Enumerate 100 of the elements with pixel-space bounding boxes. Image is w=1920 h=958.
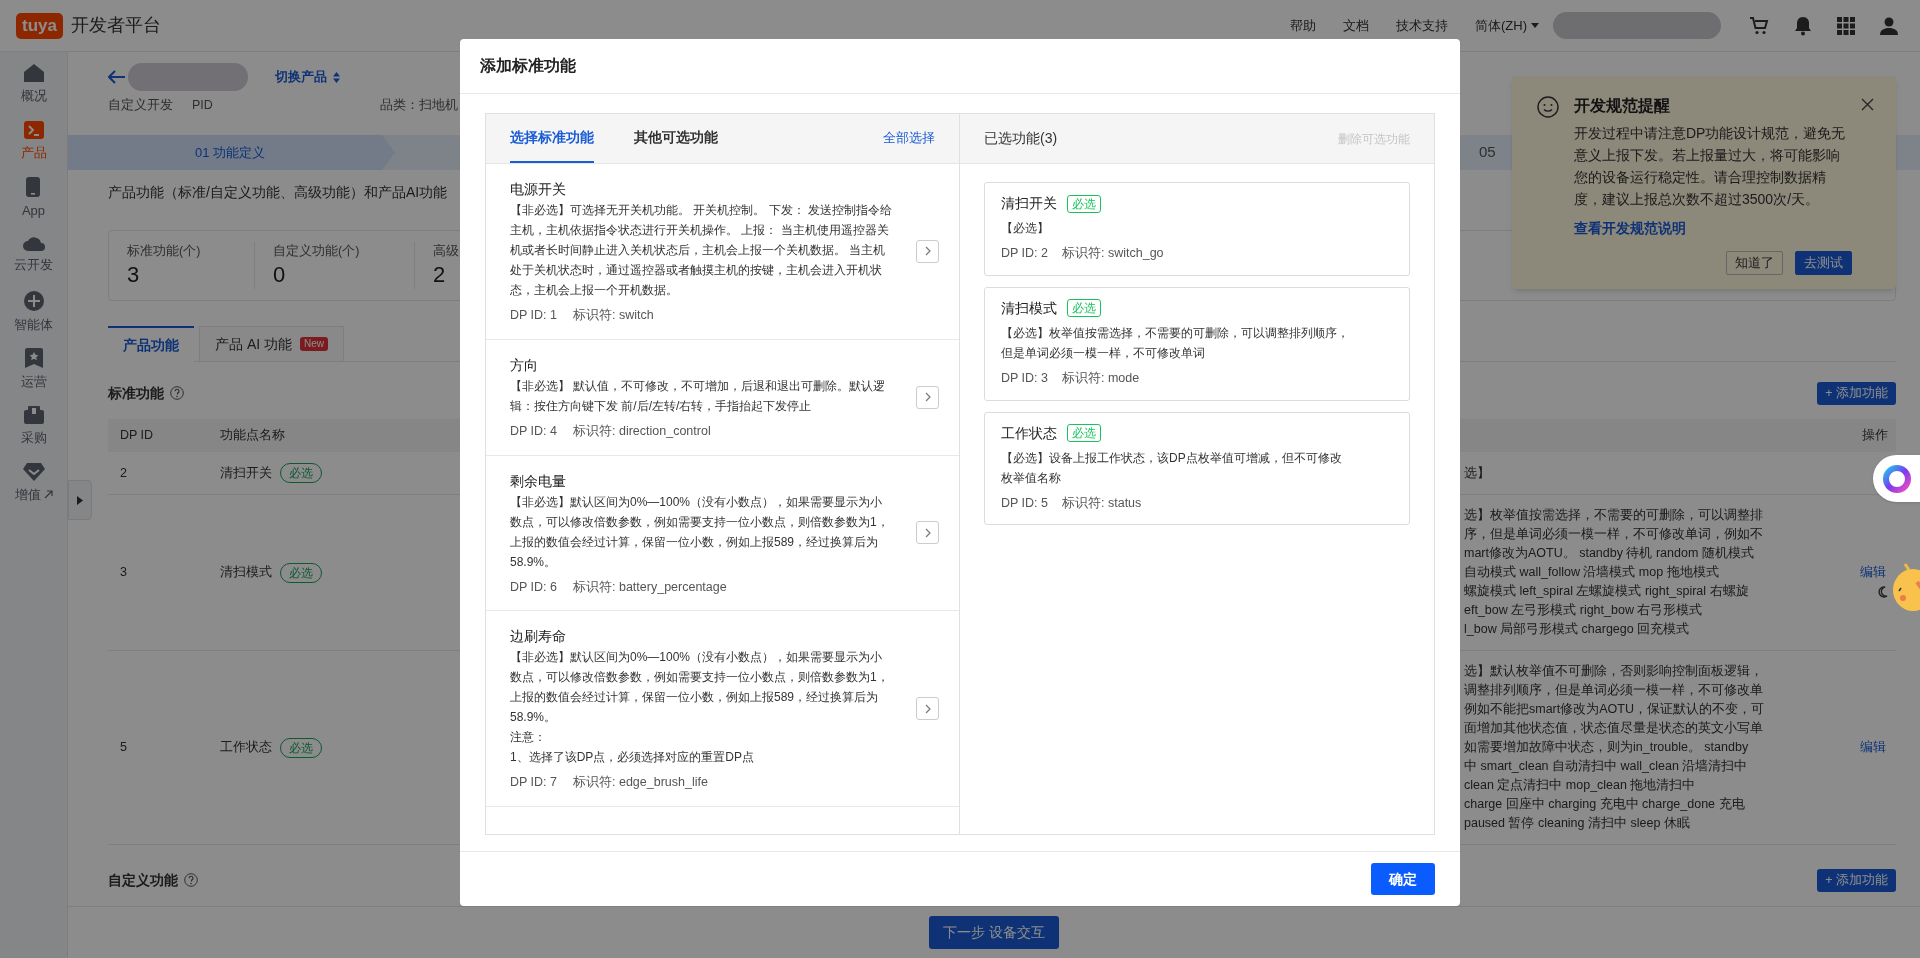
- identifier: 标识符: direction_control: [573, 422, 711, 440]
- description-line: 选】默认枚举值不可删除，否则影响控制面板逻辑，: [1464, 663, 1764, 680]
- function-description: 【必选】: [1001, 220, 1050, 237]
- function-description: 【非必选】 默认值，不可修改，不可增加，后退和退出可删除。默认逻辑：按住方向键下发 前/后/左转/右转，手指抬起下发停止: [510, 377, 887, 415]
- platform-title: 开发者平台: [70, 14, 161, 37]
- guideline-link[interactable]: 查看开发规范说明: [1574, 218, 1686, 239]
- function-name: 边刷寿命: [510, 627, 567, 647]
- home-icon: [23, 63, 44, 82]
- select-all-link[interactable]: 全部选择: [883, 129, 935, 148]
- sidebar-item[interactable]: 采购: [20, 398, 47, 455]
- function-item[interactable]: 边刷寿命 【非必选】默认区间为0%—100%（没有小数点），如果需要显示为小数点，可以修改倍数参数，例如需要支持一位小数点，则倍数参数为1，上报的数值会经过计算，保留一位小数，例如上报589，经过换算后为58.9%。 注意： 1、选择了该DP点，必须选择对应的重置DP点 DP ID: 7 标识符: edge_brush_life: [486, 611, 959, 807]
- ring-logo-icon: [1881, 463, 1912, 494]
- nav-link[interactable]: 技术支持: [1396, 15, 1448, 36]
- notice-button[interactable]: 知道了: [1726, 251, 1783, 275]
- description-line: 中 smart_clean 自动清扫中 wall_clean 沿墙清扫中: [1464, 758, 1749, 775]
- chevron-right-icon: [924, 703, 931, 714]
- function-description: 注意：: [510, 729, 547, 747]
- product-type: 自定义开发: [108, 97, 174, 114]
- confirm-button[interactable]: 确定: [1371, 863, 1435, 895]
- table-cell-text: 清扫开关: [220, 464, 272, 482]
- bookmark-icon: [24, 347, 43, 368]
- description-line: 螺旋模式 left_spiral 左螺旋模式 right_spiral 右螺旋: [1464, 583, 1750, 600]
- nav-link[interactable]: 帮助: [1290, 15, 1316, 36]
- function-item[interactable]: 剩余电量 【非必选】默认区间为0%—100%（没有小数点），如果需要显示为小数点，可以修改倍数参数，例如需要支持一位小数点，则倍数参数为1，上报的数值会经过计算，保留一位小数，例如上报589，经过换算后为58.9%。 DP ID: 6 标识符: battery_percentage: [486, 455, 959, 612]
- function-description: 【非必选】可选择无开关机功能。 开关机控制。 下发： 发送控制指令给主机，主机依据指令状态进行开关机操作。 上报： 当主机使用遥控器关机或者长时间静止进入关机状态后，主机会上报一个关机数据。 当主机处于关机状态时，通过遥控器或者触摸主机的按键，主机会进入开机状态，主机会上报一个开机数据。: [510, 202, 893, 299]
- nav-link[interactable]: 文档: [1343, 15, 1369, 36]
- sidebar-item[interactable]: App: [21, 170, 46, 227]
- function-name: 剩余电量: [510, 471, 567, 491]
- function-description: 【非必选】默认区间为0%—100%（没有小数点），如果需要显示为小数点，可以修改倍数参数，例如需要支持一位小数点，则倍数参数为1，上报的数值会经过计算，保留一位小数，例如上报589，经过换算后为58.9%。: [510, 649, 890, 727]
- back-arrow-icon[interactable]: [108, 70, 126, 84]
- table-cell-text: 5: [119, 739, 128, 757]
- edit-link[interactable]: 编辑: [1860, 563, 1886, 582]
- cloud-icon: [22, 236, 45, 252]
- chevron-right-icon: [924, 392, 931, 403]
- description-line: eft_bow 左弓形模式 right_bow 右弓形模式: [1464, 602, 1704, 619]
- description-line: 自动模式 wall_follow 沿墙模式 mop 拖地模式: [1464, 564, 1720, 581]
- notice-button[interactable]: 去测试: [1795, 251, 1852, 275]
- description-line: l_bow 局部弓形模式 chargego 回充模式: [1464, 621, 1691, 638]
- tab[interactable]: 其他可选功能: [634, 114, 718, 163]
- description-line: mart修改为AOTU。 standby 待机 random 随机模式: [1464, 545, 1755, 562]
- user-icon[interactable]: [1880, 16, 1898, 35]
- help-icon[interactable]: [170, 386, 184, 400]
- dp-id: DP ID: 3: [1001, 369, 1048, 387]
- phone-icon: [26, 176, 41, 197]
- tab[interactable]: 产品 AI 功能 New: [199, 326, 345, 362]
- language-selector[interactable]: 简体(ZH): [1475, 15, 1539, 36]
- bell-icon[interactable]: [1794, 15, 1812, 36]
- function-name: 清扫模式: [1001, 298, 1057, 318]
- cart-icon[interactable]: [1749, 15, 1769, 36]
- function-description: 1、选择了该DP点，必须选择对应的重置DP点: [510, 749, 755, 767]
- sidebar-item[interactable]: 智能体: [14, 284, 53, 341]
- edit-link[interactable]: 编辑: [1860, 738, 1886, 757]
- step-item[interactable]: 05: [1479, 141, 1496, 164]
- caret-icon: [1531, 22, 1539, 29]
- close-icon[interactable]: [1861, 98, 1874, 111]
- column-header: 功能点名称: [220, 427, 285, 445]
- sidebar-item[interactable]: 云开发: [14, 227, 53, 284]
- tab[interactable]: 产品功能: [108, 326, 194, 362]
- next-step-button[interactable]: 下一步 设备交互: [929, 916, 1059, 949]
- stat-value: 2: [433, 260, 446, 289]
- function-item[interactable]: 电源开关 【非必选】可选择无开关机功能。 开关机控制。 下发： 发送控制指令给主机，主机依据指令状态进行开关机操作。 上报： 当主机使用遥控器关机或者长时间静止进入关机状态后，主机会上报一个关机数据。 当主机处于关机状态时，通过遥控器或者触摸主机的按键，主机会进入开机状态，主机会上报一个开机数据。 DP ID: 1 标识符: switch: [486, 164, 959, 340]
- tab[interactable]: 选择标准功能: [510, 114, 594, 163]
- plus-circle-icon: [23, 290, 44, 311]
- help-icon[interactable]: [184, 873, 198, 887]
- moon-icon[interactable]: [1878, 586, 1888, 598]
- sidebar-item[interactable]: 概况: [20, 56, 47, 113]
- caret-icon: [77, 495, 83, 505]
- function-name: 工作状态: [1001, 423, 1057, 443]
- chevron-right-icon: [924, 527, 931, 538]
- identifier: 标识符: battery_percentage: [573, 578, 727, 596]
- stat-label: 标准功能(个): [127, 243, 201, 261]
- sidebar-item[interactable]: 增值: [14, 455, 53, 512]
- column-header: DP ID: [119, 427, 155, 445]
- identifier: 标识符: edge_brush_life: [573, 774, 708, 792]
- sidebar-item[interactable]: 运营: [20, 341, 47, 398]
- description-line: paused 暂停 cleaning 清扫中 sleep 休眠: [1464, 815, 1691, 832]
- function-item[interactable]: 方向 【非必选】 默认值，不可修改，不可增加，后退和退出可删除。默认逻辑：按住方向键下发 前/后/左转/右转，手指抬起下发停止 DP ID: 4 标识符: direction_control: [486, 339, 959, 456]
- dp-id: DP ID: 1: [510, 307, 557, 324]
- column-header: 操作: [1862, 427, 1888, 445]
- description-line: 序，但是单词必须一模一样，不可修改单词，例如不: [1464, 526, 1764, 543]
- section-heading: 自定义功能: [108, 870, 178, 890]
- section-title: 产品功能（标准/自定义功能、高级功能）和产品AI功能: [108, 183, 448, 202]
- dp-id: DP ID: 6: [510, 578, 557, 596]
- add-function-button[interactable]: + 添加功能: [1817, 868, 1896, 892]
- description-line: 如需要增加故障中状态，则为in_trouble。 standby: [1464, 739, 1750, 756]
- grid-icon[interactable]: [1837, 16, 1855, 35]
- smiley-icon: [1537, 96, 1559, 118]
- description-line: 选】枚举值按需选择，不需要的可删除，可以调整排: [1464, 507, 1764, 524]
- external-link-icon: [43, 490, 53, 499]
- section-heading: 标准功能: [108, 383, 164, 403]
- add-function-button[interactable]: + 添加功能: [1817, 381, 1896, 405]
- selected-count: 已选功能(3): [984, 129, 1058, 148]
- sidebar-item[interactable]: 产品: [20, 113, 47, 170]
- required-tag: 必选: [1067, 299, 1101, 318]
- pid-label: PID: [192, 97, 214, 114]
- step-item[interactable]: 01 功能定义: [68, 135, 395, 170]
- function-description: 【必选】枚举值按需选择，不需要的可删除，可以调整排列顺序，但是单词必须一模一样，不可修改单词: [1001, 324, 1350, 362]
- switch-product-button[interactable]: 切换产品: [275, 67, 340, 87]
- logo[interactable]: tuya: [16, 12, 63, 39]
- collapse-toggle[interactable]: [68, 480, 92, 520]
